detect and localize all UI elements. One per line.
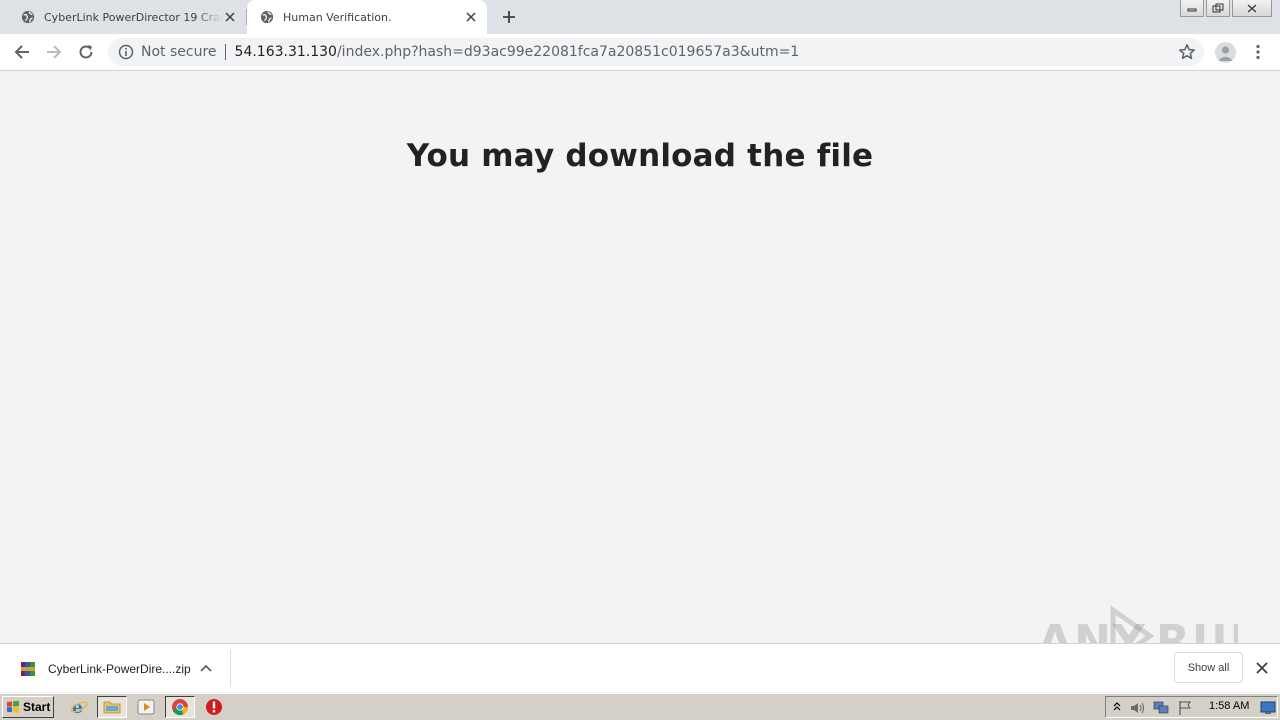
minimize-icon[interactable] [1180,0,1204,17]
download-shelf: CyberLink-PowerDire....zip Show all [0,643,1280,692]
stop-sign-icon[interactable] [205,698,223,716]
file-explorer-icon[interactable] [97,696,127,718]
tab-human-verification[interactable]: Human Verification. [247,0,487,34]
show-all-button[interactable]: Show all [1174,652,1243,683]
download-file-name: CyberLink-PowerDire....zip [48,661,191,676]
globe-icon [21,10,35,24]
info-icon[interactable] [118,44,134,60]
chevron-up-icon[interactable] [199,661,213,675]
page-heading: You may download the file [406,138,874,174]
forward-arrow-icon[interactable] [42,40,66,64]
show-hidden-icons-icon[interactable] [1112,701,1122,713]
show-desktop-icon[interactable] [1260,701,1276,715]
url-host: 54.163.31.130 [234,44,337,60]
more-menu-icon[interactable] [1250,42,1266,62]
reload-icon[interactable] [74,40,98,64]
tab-close-icon[interactable] [222,9,238,25]
url-path: /index.php?hash=d93ac99e22081fca7a20851c… [336,44,800,60]
taskbar-clock: 1:58 AM [1209,700,1250,712]
back-arrow-icon[interactable] [10,40,34,64]
globe-icon [260,10,274,24]
address-divider [224,44,226,60]
close-shelf-icon[interactable] [1254,660,1270,676]
page-content: You may download the file [0,72,1280,643]
browser-toolbar: Not secure 54.163.31.130/index.php?hash=… [0,34,1280,71]
tab-strip: CyberLink PowerDirector 19 Crack Pl Huma… [0,0,1280,34]
profile-avatar-icon[interactable] [1215,42,1236,63]
system-tray [1105,696,1278,718]
tab-cyberlink[interactable]: CyberLink PowerDirector 19 Crack Pl [8,0,246,34]
address-bar[interactable]: Not secure 54.163.31.130/index.php?hash=… [108,38,1204,66]
start-label: Start [23,700,51,714]
internet-explorer-icon[interactable]: e [70,698,88,716]
speaker-icon[interactable] [1129,700,1147,716]
window-controls [1178,0,1272,18]
security-label: Not secure [141,44,217,60]
media-player-icon[interactable] [137,698,155,716]
window-close-icon[interactable] [1232,0,1272,17]
tab-title: CyberLink PowerDirector 19 Crack Pl [44,10,222,24]
windows-taskbar: Start e 1:58 AM [0,693,1280,720]
bookmark-star-icon[interactable] [1178,43,1196,61]
windows-logo-icon [7,700,19,713]
network-icon[interactable] [1152,700,1170,716]
restore-icon[interactable] [1206,0,1230,17]
download-item[interactable]: CyberLink-PowerDire....zip [0,644,230,693]
download-separator [230,650,231,687]
tab-close-icon[interactable] [463,9,479,25]
start-button[interactable]: Start [2,696,54,718]
winrar-archive-icon [21,661,35,676]
action-center-flag-icon[interactable] [1177,700,1193,716]
tab-title: Human Verification. [283,10,392,24]
chrome-taskbar-icon[interactable] [165,696,195,718]
new-tab-icon[interactable] [499,7,519,27]
